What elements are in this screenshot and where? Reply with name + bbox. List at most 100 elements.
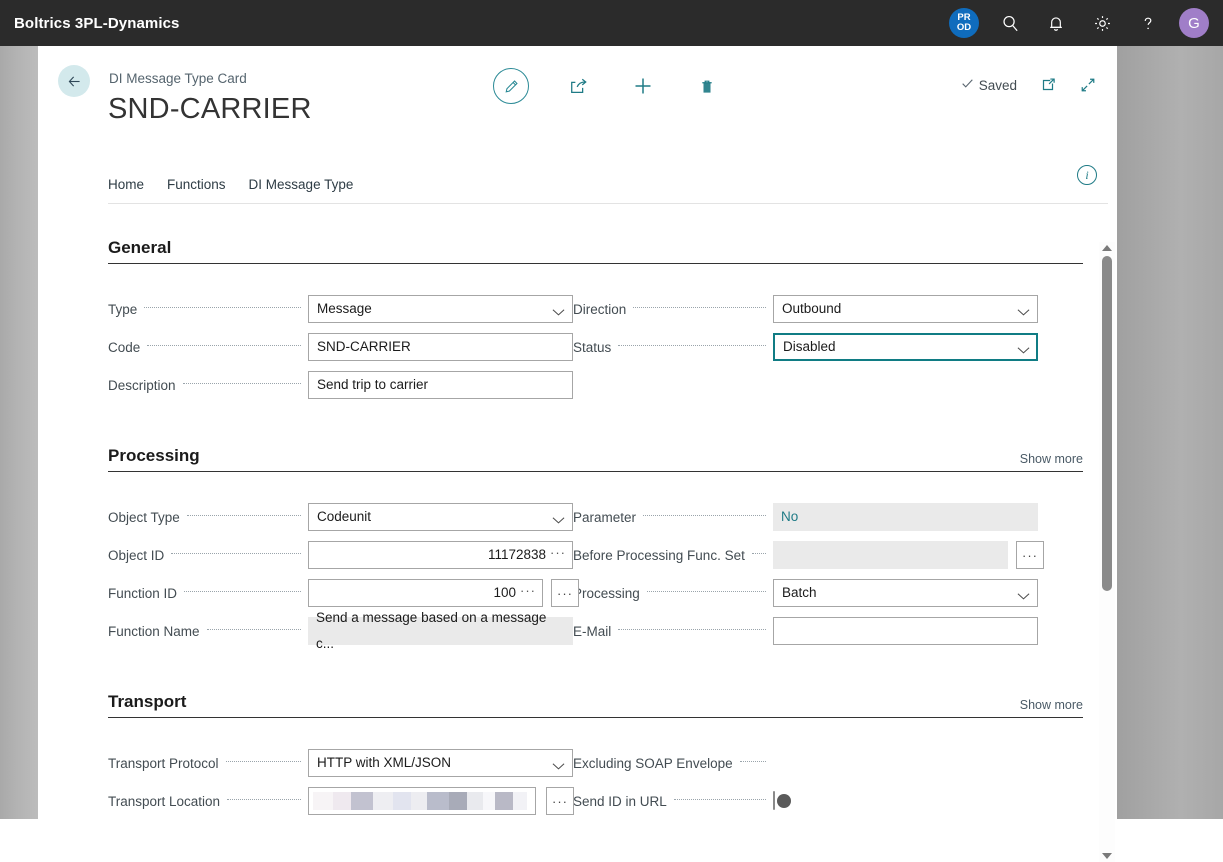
general-right-column: Direction Outbound Status Disabled [573,290,1038,404]
general-left-column: Type Message Code SND-CARRIER Descriptio… [108,290,573,404]
leader-dots [225,761,301,762]
information-icon[interactable]: i [1077,165,1097,185]
field-control-object-type: Codeunit [308,503,573,531]
back-arrow-icon[interactable] [58,65,90,97]
form-scroll-area: General Type Message Code SND-CARRIER De… [38,198,1117,819]
field-label-function-id: Function ID [108,585,178,601]
description-input[interactable]: Send trip to carrier [308,371,573,399]
vertical-scrollbar[interactable] [1099,242,1115,862]
collapse-arrows-icon[interactable] [1079,76,1097,94]
field-control-transport-location: ··· [308,787,574,815]
field-before-processing-func-set: Before Processing Func. Set ··· [573,536,1044,574]
object-type-select[interactable]: Codeunit [308,503,573,531]
field-direction: Direction Outbound [573,290,1038,328]
field-control-email [773,617,1038,645]
field-status: Status Disabled [573,328,1038,366]
function-id-lookup-icon[interactable]: ··· [520,583,536,598]
leader-dots [673,799,766,800]
field-label-description: Description [108,377,176,393]
field-email: E-Mail [573,612,1038,650]
question-mark-icon[interactable] [1133,8,1163,38]
section-general-fields: Type Message Code SND-CARRIER Descriptio… [108,290,1038,404]
page-title: SND-CARRIER [108,93,312,125]
field-label-object-id: Object ID [108,547,165,563]
before-processing-func-set-assist-button[interactable]: ··· [1016,541,1044,569]
field-control-parameter: No [773,503,1038,531]
plus-icon[interactable] [629,72,657,100]
field-control-function-id: 100 ··· ··· [308,579,579,607]
field-control-code: SND-CARRIER [308,333,573,361]
left-background-band [0,46,38,819]
leader-dots [147,345,301,346]
function-id-input[interactable]: 100 [308,579,543,607]
tab-di-message-type[interactable]: DI Message Type [249,177,354,194]
tab-functions[interactable]: Functions [167,177,226,194]
app-title: Boltrics 3PL-Dynamics [14,14,180,32]
transport-location-input[interactable] [308,787,536,815]
field-control-direction: Outbound [773,295,1038,323]
section-header-transport: Transport Show more [108,692,1083,718]
right-background-band [1117,46,1223,819]
redacted-value [313,792,531,810]
leader-dots [144,307,301,308]
tab-home[interactable]: Home [108,177,144,194]
field-label-excluding-soap-envelope: Excluding SOAP Envelope [573,755,733,771]
email-input[interactable] [773,617,1038,645]
show-more-processing[interactable]: Show more [1020,452,1083,466]
transport-location-assist-button[interactable]: ··· [546,787,574,815]
pencil-edit-icon[interactable] [493,68,529,104]
field-send-id-in-url: Send ID in URL [573,782,1038,819]
header-status-actions: Saved [961,76,1097,94]
processing-select[interactable]: Batch [773,579,1038,607]
gear-icon[interactable] [1087,8,1117,38]
field-object-id: Object ID 11172838 ··· [108,536,573,574]
leader-dots [171,553,301,554]
object-id-input[interactable]: 11172838 [308,541,573,569]
field-description: Description Send trip to carrier [108,366,573,404]
user-avatar[interactable]: G [1179,8,1209,38]
section-header-general: General [108,238,1083,264]
transport-protocol-select[interactable]: HTTP with XML/JSON [308,749,573,777]
direction-select[interactable]: Outbound [773,295,1038,323]
environment-badge-line2: OD [956,22,972,33]
environment-badge[interactable]: PR OD [949,8,979,38]
code-input[interactable]: SND-CARRIER [308,333,573,361]
field-label-status: Status [573,339,612,355]
scroll-down-arrow-icon[interactable] [1102,853,1112,859]
field-control-send-id-in-url [773,791,1038,810]
open-in-new-window-icon[interactable] [1039,76,1057,94]
show-more-transport[interactable]: Show more [1020,698,1083,712]
trash-icon[interactable] [693,72,721,100]
leader-dots [206,629,301,630]
section-processing-fields: Object Type Codeunit Object ID 11172838 … [108,498,1044,651]
object-id-lookup-icon[interactable]: ··· [550,545,566,560]
field-control-status: Disabled [773,333,1038,361]
parameter-value[interactable]: No [773,503,1038,531]
share-icon[interactable] [565,72,593,100]
send-id-in-url-toggle[interactable] [773,791,791,810]
leader-dots [182,383,301,384]
field-label-email: E-Mail [573,623,612,639]
field-control-before-processing-func-set: ··· [773,541,1044,569]
page-container: DI Message Type Card SND-CARRIER Saved H… [38,46,1117,862]
scrollbar-thumb[interactable] [1102,256,1112,591]
leader-dots [618,345,766,346]
field-control-processing: Batch [773,579,1038,607]
field-control-description: Send trip to carrier [308,371,573,399]
search-icon[interactable] [995,8,1025,38]
record-toolbar [493,68,721,104]
field-label-transport-location: Transport Location [108,793,221,809]
field-parameter: Parameter No [573,498,1038,536]
status-select[interactable]: Disabled [773,333,1038,361]
scroll-up-arrow-icon[interactable] [1102,245,1112,251]
type-select[interactable]: Message [308,295,573,323]
function-id-assist-button[interactable]: ··· [551,579,579,607]
checkmark-icon [961,77,974,93]
leader-dots [739,761,766,762]
leader-dots [751,553,766,554]
bell-icon[interactable] [1041,8,1071,38]
save-status-label: Saved [978,77,1017,93]
field-label-object-type: Object Type [108,509,180,525]
leader-dots [633,307,766,308]
